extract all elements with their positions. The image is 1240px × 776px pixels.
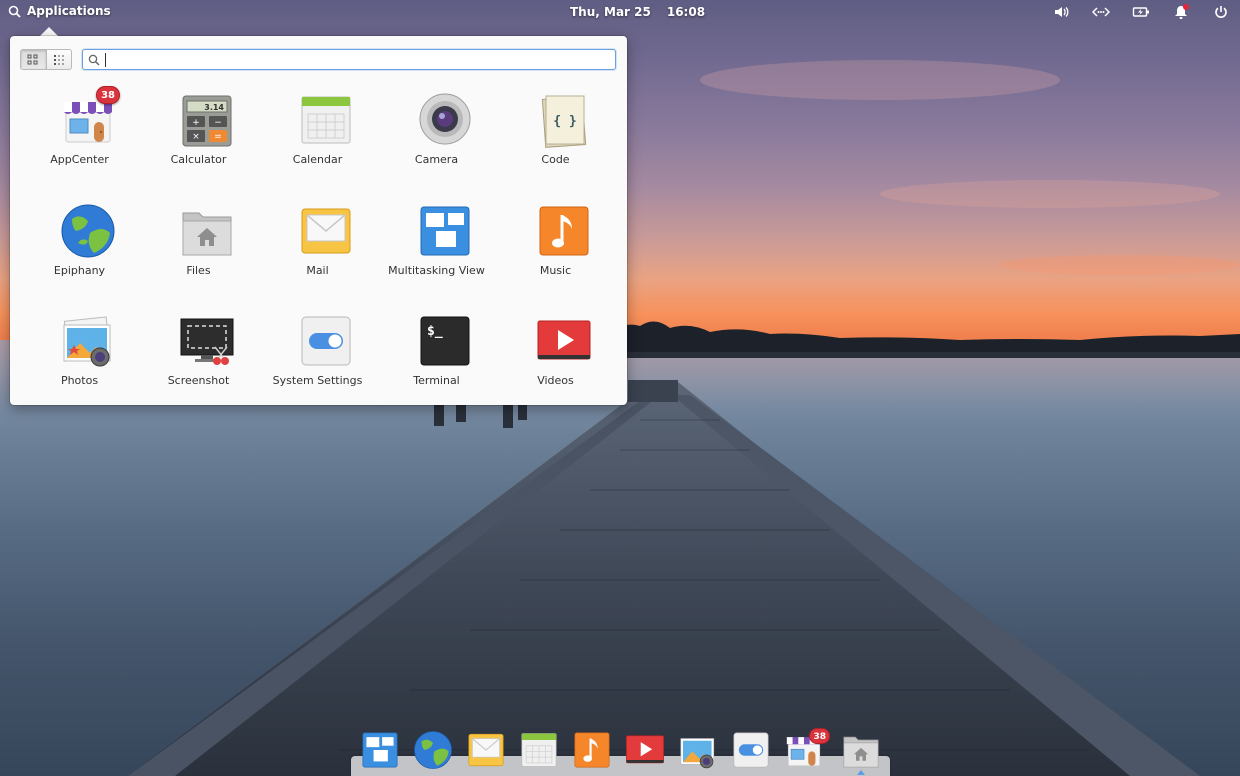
search-icon [88, 54, 100, 66]
applications-menu-button[interactable]: Applications [8, 4, 111, 18]
settings-icon [298, 313, 354, 369]
app-videos[interactable]: Videos [496, 305, 615, 405]
mail-icon [298, 203, 354, 259]
app-calendar[interactable]: Calendar [258, 84, 377, 184]
datetime-indicator[interactable]: Thu, Mar 25 16:08 [570, 5, 705, 19]
dock-item-music[interactable] [572, 730, 612, 770]
app-photos[interactable]: Photos [20, 305, 139, 405]
indicators-area [1052, 3, 1230, 21]
epiphany-icon [60, 203, 116, 259]
app-terminal[interactable]: $_ Terminal [377, 305, 496, 405]
category-view-button[interactable] [45, 50, 72, 69]
dock-item-system-settings[interactable] [731, 730, 771, 770]
app-camera[interactable]: Camera [377, 84, 496, 184]
power-icon[interactable] [1212, 3, 1230, 21]
launcher-pointer [40, 27, 58, 36]
battery-icon[interactable] [1132, 3, 1150, 21]
music-icon [536, 203, 592, 259]
camera-icon [417, 92, 473, 148]
app-files[interactable]: Files [139, 195, 258, 295]
update-count-badge: 38 [809, 728, 830, 744]
view-mode-switcher [20, 49, 72, 70]
app-code[interactable]: { } Code [496, 84, 615, 184]
calculator-icon: 3.14 + − × = [179, 92, 235, 148]
dock-item-epiphany[interactable] [413, 730, 453, 770]
time-label: 16:08 [666, 5, 706, 19]
search-field[interactable] [82, 49, 616, 70]
dock-item-videos[interactable] [625, 730, 665, 770]
app-epiphany[interactable]: Epiphany [20, 195, 139, 295]
dock-item-multitasking-view[interactable] [360, 730, 400, 770]
dock-item-calendar[interactable] [519, 730, 559, 770]
videos-icon [536, 313, 592, 369]
calendar-icon [298, 92, 354, 148]
top-panel: Applications Thu, Mar 25 16:08 [0, 0, 1240, 24]
dock-item-mail[interactable] [466, 730, 506, 770]
code-icon: { } [536, 92, 592, 148]
notifications-icon[interactable] [1172, 3, 1190, 21]
app-mail[interactable]: Mail [258, 195, 377, 295]
network-icon[interactable] [1091, 3, 1111, 21]
calculator-display-text: 3.14 [204, 103, 224, 112]
grid-view-icon [27, 54, 38, 64]
app-appcenter[interactable]: 38 AppCenter [20, 84, 139, 184]
app-label: Music [539, 264, 572, 277]
multitasking-icon [362, 732, 398, 768]
applications-launcher: 38 AppCenter 3.14 + − × = Calculator Cal… [10, 36, 627, 405]
files-icon [843, 736, 879, 768]
date-label: Thu, Mar 25 [570, 5, 651, 19]
grid-view-button[interactable] [21, 50, 46, 69]
app-multitasking-view[interactable]: Multitasking View [377, 195, 496, 295]
terminal-icon: $_ [417, 313, 473, 369]
photos-icon [60, 313, 116, 369]
applications-label: Applications [27, 4, 111, 18]
code-glyph: { } [553, 114, 576, 129]
appcenter-icon: 38 [60, 86, 120, 148]
app-calculator[interactable]: 3.14 + − × = Calculator [139, 84, 258, 184]
calendar-icon [521, 733, 557, 767]
svg-text:×: × [192, 132, 200, 142]
photos-icon [680, 738, 715, 769]
update-count-badge: 38 [96, 86, 120, 104]
music-icon [574, 732, 610, 768]
search-input[interactable] [105, 52, 605, 67]
category-view-icon [53, 54, 64, 65]
epiphany-icon [414, 731, 452, 769]
terminal-prompt: $_ [427, 324, 443, 339]
app-label: Videos [537, 374, 574, 387]
volume-icon[interactable] [1052, 3, 1070, 21]
dock-item-photos[interactable] [678, 730, 718, 770]
svg-text:+: + [192, 118, 200, 128]
app-screenshot[interactable]: Screenshot [139, 305, 258, 405]
files-icon [179, 203, 235, 259]
multitasking-icon [417, 203, 473, 259]
svg-text:=: = [214, 132, 222, 142]
dock-item-appcenter[interactable]: 38 [784, 728, 830, 770]
mail-icon [468, 733, 504, 767]
settings-icon [733, 732, 769, 768]
search-icon [8, 5, 21, 18]
screenshot-icon [179, 313, 235, 369]
svg-text:−: − [214, 118, 222, 128]
dock-item-files[interactable] [841, 730, 881, 770]
app-system-settings[interactable]: System Settings [258, 305, 377, 405]
app-music[interactable]: Music [496, 195, 615, 295]
running-indicator [857, 770, 865, 775]
app-label: Code [541, 153, 570, 166]
videos-icon [626, 735, 664, 764]
